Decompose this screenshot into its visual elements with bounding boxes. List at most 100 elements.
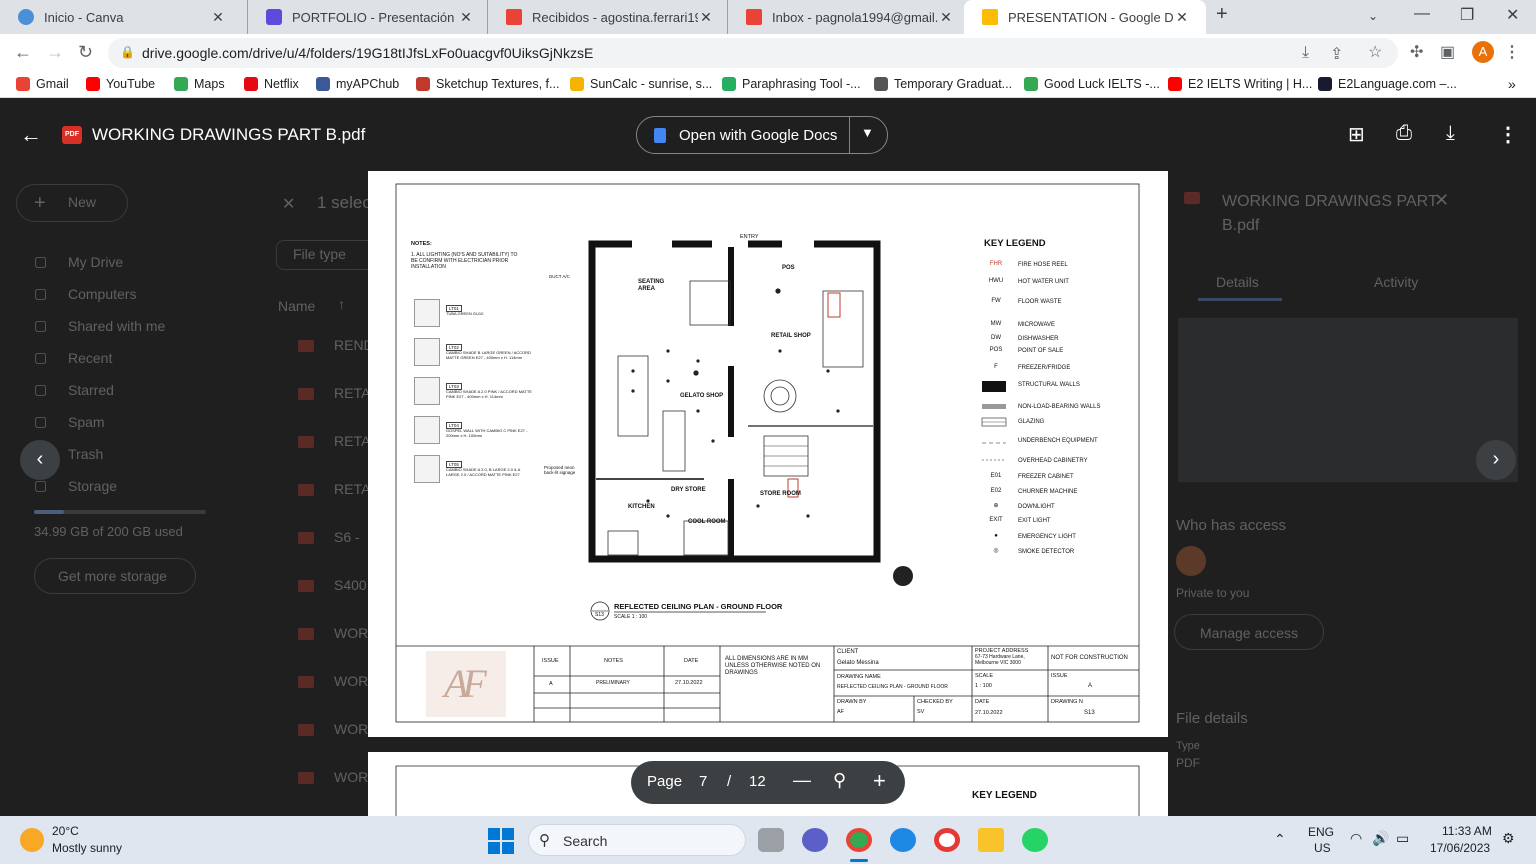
activity-tab[interactable]: Activity: [1374, 274, 1418, 290]
close-selection-icon[interactable]: ✕: [282, 194, 295, 214]
minimize-icon[interactable]: —: [1414, 5, 1430, 23]
file-name[interactable]: S6 -: [334, 529, 360, 545]
previous-file-button[interactable]: ‹: [20, 440, 60, 480]
bookmark-item[interactable]: SunCalc - sunrise, s...: [570, 77, 712, 91]
weather-sun-icon[interactable]: [20, 828, 44, 852]
forward-arrow-icon[interactable]: →: [46, 42, 64, 63]
active-tab-indicator: [1198, 298, 1282, 301]
file-name[interactable]: RETA: [334, 433, 370, 449]
close-viewer-back-icon[interactable]: ←: [20, 122, 42, 148]
next-file-button[interactable]: ›: [1476, 440, 1516, 480]
install-app-icon[interactable]: ⤓: [1302, 44, 1309, 62]
bookmark-item[interactable]: E2 IELTS Writing | H...: [1168, 77, 1312, 91]
close-icon[interactable]: ✕: [698, 9, 714, 26]
window-close-icon[interactable]: ✕: [1506, 5, 1519, 25]
wifi-icon[interactable]: ◠: [1350, 830, 1362, 847]
back-arrow-icon[interactable]: ←: [14, 42, 32, 63]
weather-temp[interactable]: 20°C: [52, 824, 79, 838]
bookmark-item[interactable]: Good Luck IELTS -...: [1024, 77, 1160, 91]
teams-chat-icon[interactable]: [802, 828, 828, 852]
bookmark-item[interactable]: Paraphrasing Tool -...: [722, 77, 861, 91]
drive-nav-item[interactable]: Trash: [68, 446, 103, 462]
tab-drive-presentation[interactable]: PRESENTATION - Google Drive ✕: [964, 0, 1206, 34]
omnibox[interactable]: 🔒 drive.google.com/drive/u/4/folders/19G…: [108, 38, 1398, 68]
close-icon[interactable]: ✕: [938, 9, 954, 26]
zoom-icon[interactable]: ⚲: [833, 770, 846, 791]
lock-icon[interactable]: 🔒: [120, 45, 135, 59]
tab-gmail-recibidos[interactable]: Recibidos - agostina.ferrari1994@ ✕: [488, 0, 728, 34]
close-icon[interactable]: ✕: [1174, 9, 1190, 26]
battery-icon[interactable]: ▭: [1396, 830, 1409, 847]
file-name[interactable]: WOR: [334, 769, 368, 785]
browser-menu-icon[interactable]: ⋮: [1504, 42, 1520, 62]
profile-avatar[interactable]: A: [1472, 41, 1494, 63]
name-column-header[interactable]: Name: [278, 298, 315, 314]
opera-icon[interactable]: [934, 828, 960, 852]
side-panel-icon[interactable]: ▣: [1440, 42, 1455, 62]
drive-nav-item[interactable]: Starred: [68, 382, 114, 398]
reload-icon[interactable]: ↻: [78, 42, 93, 63]
bookmarks-overflow-icon[interactable]: »: [1508, 76, 1516, 92]
close-icon[interactable]: ✕: [458, 9, 474, 26]
new-tab-icon[interactable]: +: [1216, 3, 1228, 26]
tab-portfolio[interactable]: PORTFOLIO - Presentación ✕: [248, 0, 488, 34]
drive-nav-item[interactable]: Computers: [68, 286, 136, 302]
language-indicator[interactable]: ENG: [1308, 825, 1334, 839]
bookmark-item[interactable]: E2Language.com –...: [1318, 77, 1457, 91]
drive-nav-item[interactable]: My Drive: [68, 254, 123, 270]
bookmark-item[interactable]: Netflix: [244, 77, 299, 91]
bookmark-item[interactable]: Sketchup Textures, f...: [416, 77, 559, 91]
clock-time[interactable]: 11:33 AM: [1442, 824, 1492, 838]
task-view-icon[interactable]: [758, 828, 784, 852]
drive-nav-item[interactable]: Shared with me: [68, 318, 165, 334]
file-name[interactable]: WOR: [334, 673, 368, 689]
file-explorer-icon[interactable]: [978, 828, 1004, 852]
close-icon[interactable]: ✕: [210, 9, 226, 26]
share-icon[interactable]: ⇪: [1330, 44, 1343, 64]
file-name[interactable]: WOR: [334, 721, 368, 737]
bookmark-item[interactable]: myAPChub: [316, 77, 399, 91]
download-icon[interactable]: ⤓: [1446, 122, 1455, 145]
dropdown-arrow-icon[interactable]: ▼: [861, 125, 874, 140]
taskbar-search-box[interactable]: ⚲ Search: [528, 824, 746, 856]
file-name[interactable]: RETA: [334, 385, 370, 401]
print-icon[interactable]: ⎙: [1396, 122, 1412, 145]
file-name[interactable]: RETA: [334, 481, 370, 497]
edge-icon[interactable]: [890, 828, 916, 852]
close-details-icon[interactable]: ✕: [1434, 190, 1449, 211]
details-tab[interactable]: Details: [1216, 274, 1259, 290]
windows-start-icon[interactable]: [488, 828, 514, 854]
maximize-icon[interactable]: ❐: [1460, 5, 1474, 25]
drive-nav-item[interactable]: Recent: [68, 350, 112, 366]
more-options-icon[interactable]: ⋮: [1498, 122, 1518, 147]
bookmark-item[interactable]: YouTube: [86, 77, 155, 91]
file-name[interactable]: WOR: [334, 625, 368, 641]
bookmark-star-icon[interactable]: ☆: [1368, 42, 1382, 62]
volume-icon[interactable]: 🔊: [1372, 830, 1389, 847]
zoom-in-icon[interactable]: +: [873, 768, 886, 794]
url-text[interactable]: drive.google.com/drive/u/4/folders/19G18…: [142, 45, 593, 61]
whatsapp-icon[interactable]: [1022, 828, 1048, 852]
tab-search-chevron-icon[interactable]: ⌄: [1368, 9, 1378, 23]
search-icon: ⚲: [539, 832, 550, 849]
bookmark-item[interactable]: Temporary Graduat...: [874, 77, 1012, 91]
weather-condition[interactable]: Mostly sunny: [52, 841, 122, 855]
open-with-google-docs-button[interactable]: Open with Google Docs ▼: [636, 116, 888, 154]
chrome-icon[interactable]: [846, 828, 872, 852]
add-comment-icon[interactable]: ⊞: [1348, 122, 1365, 147]
show-hidden-icons-chevron[interactable]: ⌃: [1274, 831, 1286, 848]
bookmark-item[interactable]: Maps: [174, 77, 225, 91]
keyboard-layout[interactable]: US: [1314, 841, 1331, 855]
tab-canva[interactable]: Inicio - Canva ✕: [0, 0, 248, 34]
zoom-out-icon[interactable]: —: [793, 770, 811, 791]
clock-date[interactable]: 17/06/2023: [1430, 841, 1490, 855]
extensions-icon[interactable]: ✣: [1410, 42, 1423, 62]
bookmark-item[interactable]: Gmail: [16, 77, 69, 91]
sort-arrow-icon[interactable]: ↑: [338, 296, 345, 312]
tab-gmail-inbox[interactable]: Inbox - pagnola1994@gmail.com ✕: [728, 0, 964, 34]
file-name[interactable]: S400: [334, 577, 367, 593]
current-page-input[interactable]: 7: [699, 773, 707, 790]
drive-nav-item[interactable]: Storage: [68, 478, 117, 494]
notifications-icon[interactable]: ⚙: [1502, 830, 1515, 847]
drive-nav-item[interactable]: Spam: [68, 414, 105, 430]
